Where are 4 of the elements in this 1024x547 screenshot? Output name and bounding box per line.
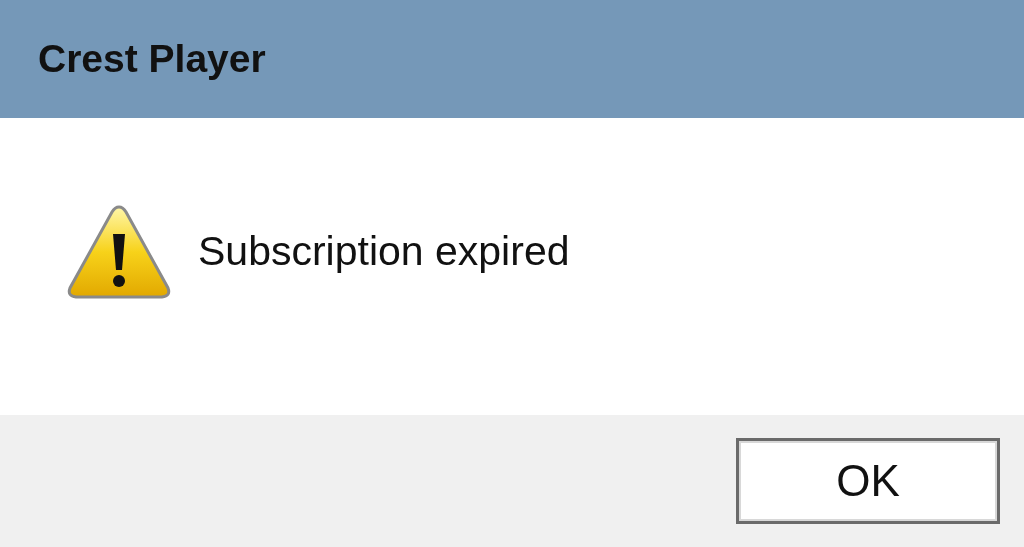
message-text: Subscription expired	[198, 228, 570, 275]
window-title: Crest Player	[38, 37, 266, 81]
warning-icon	[66, 203, 172, 300]
ok-button[interactable]: OK	[736, 438, 1000, 524]
